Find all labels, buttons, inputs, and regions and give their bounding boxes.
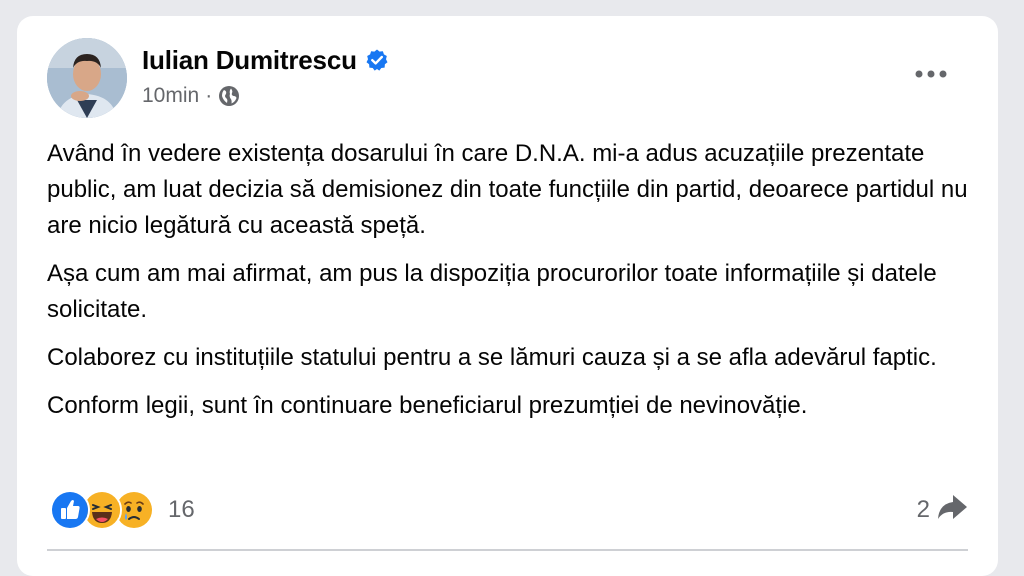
globe-icon [218, 85, 240, 107]
post-paragraph: Conform legii, sunt în continuare benefi… [47, 392, 808, 419]
verified-badge-icon [365, 48, 389, 72]
post-paragraph: Colaborez cu instituțiile statului pentr… [47, 344, 937, 371]
post-paragraph: Având în vedere existența dosarului în c… [47, 140, 968, 239]
reactions-summary[interactable]: 16 [50, 490, 195, 530]
like-icon [50, 490, 90, 530]
more-options-button[interactable] [905, 56, 957, 92]
divider [47, 549, 968, 551]
shares-summary[interactable]: 2 [917, 492, 968, 528]
author-row: Iulian Dumitrescu [142, 42, 389, 78]
author-name[interactable]: Iulian Dumitrescu [142, 45, 357, 76]
reaction-count[interactable]: 16 [168, 496, 195, 524]
avatar[interactable] [47, 38, 127, 118]
avatar-image [47, 38, 127, 118]
post-timestamp[interactable]: 10min [142, 84, 199, 108]
meta-separator: · [205, 84, 213, 107]
share-count: 2 [916, 496, 930, 523]
share-icon [936, 493, 968, 528]
post-card: Iulian Dumitrescu 10min · Având în veder… [17, 16, 998, 576]
post-meta: 10min · [142, 81, 240, 111]
post-paragraph: Așa cum am mai afirmat, am pus la dispoz… [47, 260, 937, 323]
post-text: Având în vedere existența dosarului în c… [47, 136, 977, 436]
more-options-icon [915, 70, 947, 78]
